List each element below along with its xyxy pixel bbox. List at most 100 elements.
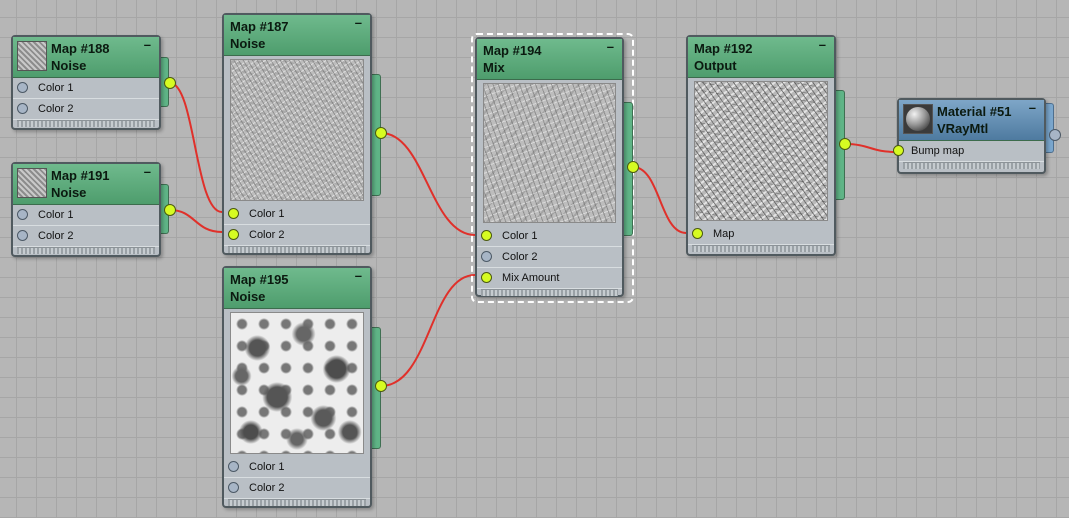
node-header[interactable]: Map #194 Mix – — [477, 39, 622, 80]
input-socket[interactable] — [893, 145, 904, 156]
node-map-192[interactable]: Map #192 Output – Map — [686, 35, 836, 256]
sphere-material-icon — [903, 104, 933, 134]
minimize-icon[interactable]: – — [144, 38, 151, 51]
input-socket[interactable] — [228, 461, 239, 472]
noise-preview — [230, 59, 364, 201]
node-type: Noise — [230, 36, 266, 51]
input-slot[interactable]: Mix Amount — [477, 268, 622, 289]
output-socket-191[interactable] — [164, 204, 176, 216]
node-map-194[interactable]: Map #194 Mix – Color 1 Color 2 Mix Amoun… — [475, 37, 624, 297]
node-title: Map #187 — [230, 19, 289, 34]
resize-grip[interactable] — [228, 499, 366, 506]
input-label: Color 1 — [249, 208, 285, 220]
input-slot[interactable]: Color 1 — [13, 78, 159, 99]
wire-187-to-194-color1[interactable] — [380, 132, 476, 236]
output-socket-195[interactable] — [375, 380, 387, 392]
input-label: Mix Amount — [502, 272, 560, 284]
input-socket[interactable] — [228, 208, 239, 219]
input-label: Color 1 — [38, 209, 74, 221]
input-slot[interactable]: Map — [688, 224, 834, 245]
input-label: Color 2 — [38, 103, 74, 115]
input-slot[interactable]: Color 1 — [224, 204, 370, 225]
node-header[interactable]: Map #187 Noise – — [224, 15, 370, 56]
node-header[interactable]: Map #191 Noise – — [13, 164, 159, 205]
input-slot[interactable]: Color 2 — [13, 99, 159, 120]
output-socket-194[interactable] — [627, 161, 639, 173]
node-map-191[interactable]: Map #191 Noise – Color 1 Color 2 — [11, 162, 161, 257]
wire-188-to-187-color1[interactable] — [169, 82, 223, 213]
output-preview — [694, 81, 828, 221]
resize-grip[interactable] — [17, 247, 155, 254]
input-socket[interactable] — [17, 103, 28, 114]
minimize-icon[interactable]: – — [355, 16, 362, 29]
node-title: Map #191 — [51, 168, 110, 183]
node-map-187[interactable]: Map #187 Noise – Color 1 Color 2 — [222, 13, 372, 255]
minimize-icon[interactable]: – — [144, 165, 151, 178]
resize-grip[interactable] — [481, 289, 618, 296]
input-slot[interactable]: Color 2 — [224, 225, 370, 246]
node-type: Noise — [230, 289, 266, 304]
node-title: Material #51 — [937, 104, 1012, 119]
node-header[interactable]: Map #188 Noise – — [13, 37, 159, 78]
input-slot[interactable]: Color 1 — [13, 205, 159, 226]
minimize-icon[interactable]: – — [607, 40, 614, 53]
noise-thumbnail-icon — [17, 41, 47, 71]
wire-195-to-194-mixamount[interactable] — [380, 274, 476, 387]
resize-grip[interactable] — [692, 245, 830, 252]
input-slot[interactable]: Color 2 — [13, 226, 159, 247]
input-slot[interactable]: Color 1 — [224, 457, 370, 478]
resize-grip[interactable] — [903, 162, 1040, 169]
node-title: Map #194 — [483, 43, 542, 58]
noise-preview — [230, 312, 364, 454]
node-type: Noise — [51, 58, 87, 73]
input-label: Color 2 — [502, 251, 538, 263]
input-socket[interactable] — [17, 230, 28, 241]
input-slot[interactable]: Bump map — [893, 141, 1044, 162]
node-header[interactable]: Map #195 Noise – — [224, 268, 370, 309]
input-socket[interactable] — [17, 82, 28, 93]
node-header[interactable]: Material #51 VRayMtl – — [899, 100, 1044, 141]
node-type: VRayMtl — [937, 121, 989, 136]
wire-192-to-51-bumpmap[interactable] — [844, 143, 898, 153]
input-label: Map — [713, 228, 735, 240]
node-title: Map #188 — [51, 41, 110, 56]
node-map-195[interactable]: Map #195 Noise – Color 1 Color 2 — [222, 266, 372, 508]
input-label: Bump map — [911, 145, 965, 157]
node-type: Output — [694, 58, 737, 73]
output-socket-192[interactable] — [839, 138, 851, 150]
input-socket[interactable] — [481, 230, 492, 241]
minimize-icon[interactable]: – — [355, 269, 362, 282]
output-socket-188[interactable] — [164, 77, 176, 89]
input-label: Color 2 — [249, 229, 285, 241]
input-slot[interactable]: Color 2 — [224, 478, 370, 499]
input-socket[interactable] — [481, 251, 492, 262]
minimize-icon[interactable]: – — [819, 38, 826, 51]
input-socket[interactable] — [228, 229, 239, 240]
node-material-51[interactable]: Material #51 VRayMtl – Bump map — [893, 98, 1046, 174]
input-socket[interactable] — [692, 228, 703, 239]
output-socket-187[interactable] — [375, 127, 387, 139]
input-slot[interactable]: Color 1 — [477, 226, 622, 247]
wire-194-to-192-map[interactable] — [632, 166, 687, 234]
input-label: Color 1 — [249, 461, 285, 473]
node-title: Map #195 — [230, 272, 289, 287]
output-socket-material-51[interactable] — [1049, 129, 1061, 141]
input-label: Color 1 — [502, 230, 538, 242]
noise-thumbnail-icon — [17, 168, 47, 198]
node-map-188[interactable]: Map #188 Noise – Color 1 Color 2 — [11, 35, 161, 130]
node-type: Noise — [51, 185, 87, 200]
node-title: Map #192 — [694, 41, 753, 56]
node-header[interactable]: Map #192 Output – — [688, 37, 834, 78]
input-socket[interactable] — [228, 482, 239, 493]
input-label: Color 1 — [38, 82, 74, 94]
node-type: Mix — [483, 60, 505, 75]
mix-preview — [483, 83, 616, 223]
input-socket[interactable] — [481, 272, 492, 283]
minimize-icon[interactable]: – — [1029, 101, 1036, 114]
resize-grip[interactable] — [17, 120, 155, 127]
input-slot[interactable]: Color 2 — [477, 247, 622, 268]
input-label: Color 2 — [38, 230, 74, 242]
input-socket[interactable] — [17, 209, 28, 220]
wire-191-to-187-color2[interactable] — [169, 209, 223, 233]
resize-grip[interactable] — [228, 246, 366, 253]
